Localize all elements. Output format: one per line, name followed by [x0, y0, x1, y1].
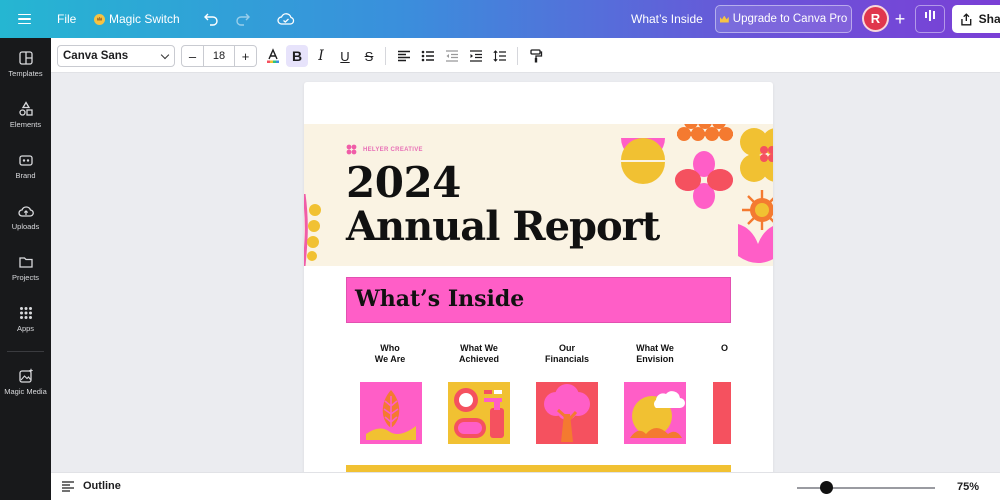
brand-name: HELYER CREATIVE — [363, 146, 423, 153]
projects-icon — [18, 257, 33, 268]
rail-item-label: Templates — [8, 69, 43, 78]
left-rail: Templates Elements Brand Uploads Project… — [0, 38, 51, 500]
share-label: Share — [978, 12, 1000, 26]
rail-item-label: Apps — [16, 324, 35, 333]
file-menu[interactable]: File — [57, 0, 76, 38]
line-spacing-icon — [493, 50, 506, 62]
magic-media-icon — [18, 368, 33, 383]
rail-item-uploads[interactable]: Uploads — [0, 203, 51, 231]
section-label-who-we-are[interactable]: Who We Are — [350, 343, 430, 365]
toolbar-divider — [517, 47, 518, 65]
award-objects-illustration[interactable] — [448, 382, 510, 444]
rail-item-label: Magic Media — [4, 387, 47, 396]
outdent-icon — [446, 50, 458, 62]
whats-inside-heading[interactable]: What’s Inside — [346, 277, 731, 323]
toolbar-divider — [385, 47, 386, 65]
redo-icon[interactable] — [232, 0, 254, 38]
outline-label: Outline — [83, 480, 121, 492]
apps-icon — [19, 307, 32, 319]
increase-font-size-button[interactable]: + — [234, 46, 256, 66]
templates-icon — [18, 51, 33, 65]
leaf-hand-illustration[interactable] — [360, 382, 422, 444]
copy-style-button[interactable] — [525, 45, 547, 67]
upgrade-label: Upgrade to Canva Pro — [732, 13, 848, 25]
crown-icon — [94, 13, 105, 25]
rail-item-label: Projects — [11, 273, 40, 282]
leaf-sprig-decoration — [304, 194, 321, 266]
zoom-slider-handle[interactable] — [820, 481, 833, 494]
analytics-icon[interactable] — [915, 5, 945, 33]
align-left-icon — [398, 50, 410, 62]
rail-item-elements[interactable]: Elements — [0, 101, 51, 129]
undo-icon[interactable] — [200, 0, 222, 38]
rail-divider — [7, 351, 44, 352]
magic-switch-label: Magic Switch — [109, 12, 180, 26]
text-color-icon — [267, 48, 279, 63]
crown-icon — [720, 15, 729, 24]
bullet-list-button[interactable] — [417, 45, 439, 67]
partial-section-tile[interactable] — [713, 382, 731, 444]
rail-item-projects[interactable]: Projects — [0, 254, 51, 282]
add-collaborator-icon[interactable]: + — [889, 0, 911, 38]
zoom-level[interactable]: 75% — [957, 481, 979, 493]
decrease-font-size-button[interactable]: – — [182, 46, 204, 66]
indent-icon — [470, 50, 482, 62]
zoom-slider-track[interactable] — [797, 487, 935, 489]
strikethrough-button[interactable]: S — [358, 45, 380, 67]
align-left-button[interactable] — [393, 45, 415, 67]
section-label-our-financials[interactable]: Our Financials — [527, 343, 607, 365]
status-bar: Outline 75% — [51, 472, 1000, 500]
brand-icon — [18, 155, 33, 166]
indent-button[interactable] — [465, 45, 487, 67]
outdent-button[interactable] — [441, 45, 463, 67]
document-title[interactable]: What’s Inside — [631, 0, 703, 38]
cloud-saved-icon[interactable] — [274, 0, 298, 38]
section-label-what-we-achieved[interactable]: What We Achieved — [439, 343, 519, 365]
bold-button[interactable]: B — [286, 45, 308, 67]
rail-item-templates[interactable]: Templates — [0, 50, 51, 78]
flower-cluster-decoration — [621, 124, 773, 263]
font-size-stepper: – 18 + — [181, 45, 257, 67]
money-tree-illustration[interactable] — [536, 382, 598, 444]
whats-inside-text: What’s Inside — [355, 286, 525, 312]
section-label-what-we-envision[interactable]: What We Envision — [615, 343, 695, 365]
paint-roller-icon — [530, 49, 543, 63]
rail-item-label: Elements — [9, 120, 42, 129]
main-menu-icon[interactable] — [14, 0, 34, 38]
rail-item-label: Uploads — [11, 222, 40, 231]
brand-flower-icon — [346, 144, 357, 155]
font-family-select[interactable]: Canva Sans — [57, 45, 175, 67]
rail-item-brand[interactable]: Brand — [0, 152, 51, 180]
cover-panel[interactable]: HELYER CREATIVE 2024 Annual Report — [304, 124, 773, 266]
sun-cloud-illustration[interactable] — [624, 382, 686, 444]
share-icon — [961, 12, 972, 26]
report-year[interactable]: 2024 — [346, 162, 461, 204]
avatar[interactable]: R — [862, 5, 889, 32]
magic-switch-button[interactable]: Magic Switch — [94, 0, 180, 38]
rail-item-magic-media[interactable]: Magic Media — [0, 368, 51, 396]
outline-icon — [62, 480, 74, 492]
underline-button[interactable]: U — [334, 45, 356, 67]
text-toolbar: Canva Sans – 18 + B I U S — [51, 38, 1000, 73]
rail-item-label: Brand — [15, 171, 36, 180]
elements-icon — [18, 101, 33, 116]
line-spacing-button[interactable] — [489, 45, 511, 67]
bullet-list-icon — [421, 50, 434, 62]
rail-item-apps[interactable]: Apps — [0, 305, 51, 333]
font-family-value: Canva Sans — [63, 50, 129, 62]
outline-button[interactable]: Outline — [61, 480, 121, 492]
top-bar: File Magic Switch What’s Inside Upgrade … — [0, 0, 1000, 38]
section-label-partial[interactable]: O — [688, 343, 728, 354]
text-color-button[interactable] — [262, 45, 284, 67]
brand-line[interactable]: HELYER CREATIVE — [346, 144, 423, 155]
share-button[interactable]: Share — [952, 5, 1000, 33]
italic-button[interactable]: I — [310, 45, 332, 67]
font-size-input[interactable]: 18 — [204, 46, 234, 66]
design-page[interactable]: HELYER CREATIVE 2024 Annual Report What’… — [304, 82, 773, 482]
report-title[interactable]: Annual Report — [346, 206, 660, 248]
chevron-down-icon — [160, 50, 170, 60]
upgrade-button[interactable]: Upgrade to Canva Pro — [715, 5, 852, 33]
uploads-icon — [17, 206, 34, 217]
